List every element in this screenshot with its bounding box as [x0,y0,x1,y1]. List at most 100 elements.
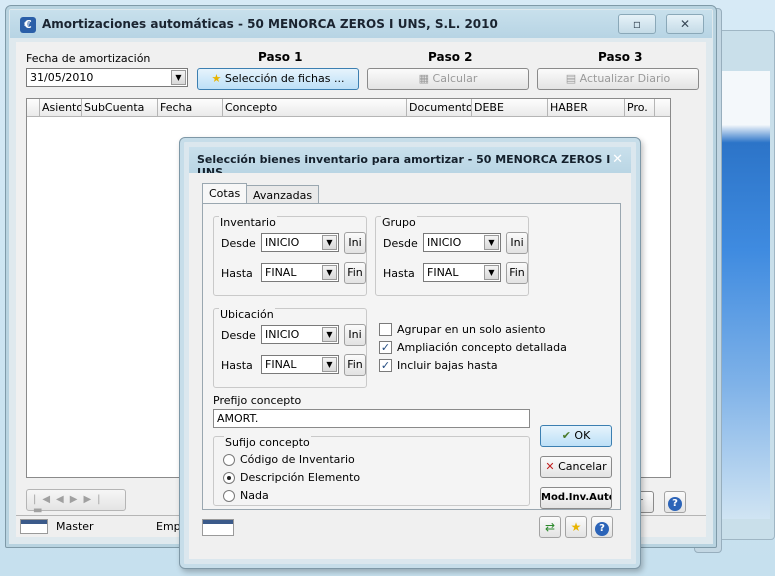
help-icon[interactable]: ? [591,516,613,538]
actualizar-diario-label: Actualizar Diario [579,72,671,85]
chevron-down-icon[interactable]: ▼ [171,70,186,85]
main-titlebar: € Amortizaciones automáticas - 50 MENORC… [10,10,712,38]
grupo-desde-value: INICIO [427,236,462,249]
close-button[interactable]: ✕ [666,14,704,34]
record-navigator[interactable]: |◀◀▶▶|▬ [26,489,126,516]
ubicacion-group: Ubicación Desde INICIO ▼ Ini Hasta FINAL… [213,308,367,388]
prefijo-input[interactable]: AMORT. [213,409,530,428]
ampliacion-checkbox[interactable]: ✓ [379,341,392,354]
col-documento[interactable]: Documento [407,99,472,116]
grid-indicator-col [27,99,40,116]
inventario-desde-value: INICIO [265,236,300,249]
inventario-title: Inventario [219,216,277,229]
ampliacion-label: Ampliación concepto detallada [397,341,567,354]
cotas-panel: Inventario Desde INICIO ▼ Ini Hasta FINA… [202,203,621,510]
seleccion-dialog: Selección bienes inventario para amortiz… [179,137,641,569]
dialog-status-indicator [202,519,234,536]
cancelar-button[interactable]: ✕ Cancelar [540,456,612,478]
ubicacion-hasta-value: FINAL [265,358,297,371]
mod-inv-auto-button[interactable]: Mod.Inv.Auto [540,487,612,509]
grupo-group: Grupo Desde INICIO ▼ Ini Hasta FINAL ▼ F… [375,216,529,296]
ubicacion-desde-combo[interactable]: INICIO ▼ [261,325,339,344]
status-master: Master [56,520,94,533]
grupo-ini-button[interactable]: Ini [506,232,528,254]
inventario-hasta-value: FINAL [265,266,297,279]
sufijo-nada-label: Nada [240,489,269,502]
chevron-down-icon[interactable]: ▼ [484,235,499,250]
col-asiento[interactable]: Asiento [40,99,82,116]
sufijo-nada-radio[interactable] [223,490,235,502]
seleccion-fichas-button[interactable]: ★ Selección de fichas ... [197,68,359,90]
ok-button[interactable]: ✔ OK [540,425,612,447]
grid-header: Asiento SubCuenta Fecha Concepto Documen… [27,99,670,117]
grupo-desde-combo[interactable]: INICIO ▼ [423,233,501,252]
cancelar-label: Cancelar [558,460,607,473]
calcular-label: Calcular [432,72,478,85]
sufijo-descripcion-label: Descripción Elemento [240,471,361,484]
inventario-group: Inventario Desde INICIO ▼ Ini Hasta FINA… [213,216,367,296]
col-haber[interactable]: HABER [548,99,625,116]
grupo-hasta-combo[interactable]: FINAL ▼ [423,263,501,282]
paso1-label: Paso 1 [258,50,303,64]
col-subcuenta[interactable]: SubCuenta [82,99,158,116]
ubicacion-ini-button[interactable]: Ini [344,324,366,346]
inventario-desde-label: Desde [221,237,256,250]
grupo-hasta-value: FINAL [427,266,459,279]
sufijo-descripcion-radio[interactable] [223,472,235,484]
sufijo-codigo-label: Código de Inventario [240,453,355,466]
star-icon[interactable]: ★ [565,516,587,538]
col-concepto[interactable]: Concepto [223,99,407,116]
incluir-bajas-checkbox[interactable]: ✓ [379,359,392,372]
fecha-combo[interactable]: 31/05/2010 ▼ [26,68,188,87]
sufijo-codigo-radio[interactable] [223,454,235,466]
status-indicator [20,519,48,534]
chevron-down-icon[interactable]: ▼ [322,235,337,250]
dialog-titlebar: Selección bienes inventario para amortiz… [189,147,631,179]
chevron-down-icon[interactable]: ▼ [322,327,337,342]
chevron-down-icon[interactable]: ▼ [322,357,337,372]
star-icon: ★ [211,72,222,85]
chevron-down-icon[interactable]: ▼ [322,265,337,280]
inventario-hasta-label: Hasta [221,267,253,280]
maximize-button[interactable]: ▫ [618,14,656,34]
agrupar-label: Agrupar en un solo asiento [397,323,546,336]
tab-cotas[interactable]: Cotas [202,183,248,205]
calculator-icon: ▦ [418,72,430,85]
paso3-label: Paso 3 [598,50,643,64]
app-icon: € [20,17,36,33]
inventario-fin-button[interactable]: Fin [344,262,366,284]
grupo-title: Grupo [381,216,417,229]
actualizar-diario-button[interactable]: ▤ Actualizar Diario [537,68,699,90]
help-icon[interactable]: ? [664,491,686,513]
ubicacion-hasta-label: Hasta [221,359,253,372]
grupo-desde-label: Desde [383,237,418,250]
tab-avanzadas[interactable]: Avanzadas [246,185,320,205]
paso2-label: Paso 2 [428,50,473,64]
inventario-desde-combo[interactable]: INICIO ▼ [261,233,339,252]
cancel-x-icon: ✕ [545,460,555,473]
col-pro[interactable]: Pro. [625,99,655,116]
sufijo-title: Sufijo concepto [224,436,311,449]
prefijo-label: Prefijo concepto [213,394,302,407]
dialog-close-icon[interactable]: ✕ [612,152,623,167]
col-debe[interactable]: DEBE [472,99,548,116]
checkmark-icon: ✔ [561,429,571,442]
fecha-value: 31/05/2010 [30,71,94,84]
window-title: Amortizaciones automáticas - 50 MENORCA … [42,17,498,31]
grupo-fin-button[interactable]: Fin [506,262,528,284]
ubicacion-fin-button[interactable]: Fin [344,354,366,376]
fecha-label: Fecha de amortización [26,52,151,65]
ubicacion-desde-label: Desde [221,329,256,342]
green-arrow-icon[interactable]: ⇄ [539,516,561,538]
calcular-button[interactable]: ▦ Calcular [367,68,529,90]
ubicacion-hasta-combo[interactable]: FINAL ▼ [261,355,339,374]
ubicacion-title: Ubicación [219,308,275,321]
sufijo-group: Sufijo concepto Código de Inventario Des… [213,436,530,506]
ubicacion-desde-value: INICIO [265,328,300,341]
dialog-body: Cotas Avanzadas Inventario Desde INICIO … [189,173,631,559]
col-fecha[interactable]: Fecha [158,99,223,116]
inventario-ini-button[interactable]: Ini [344,232,366,254]
agrupar-checkbox[interactable] [379,323,392,336]
chevron-down-icon[interactable]: ▼ [484,265,499,280]
inventario-hasta-combo[interactable]: FINAL ▼ [261,263,339,282]
